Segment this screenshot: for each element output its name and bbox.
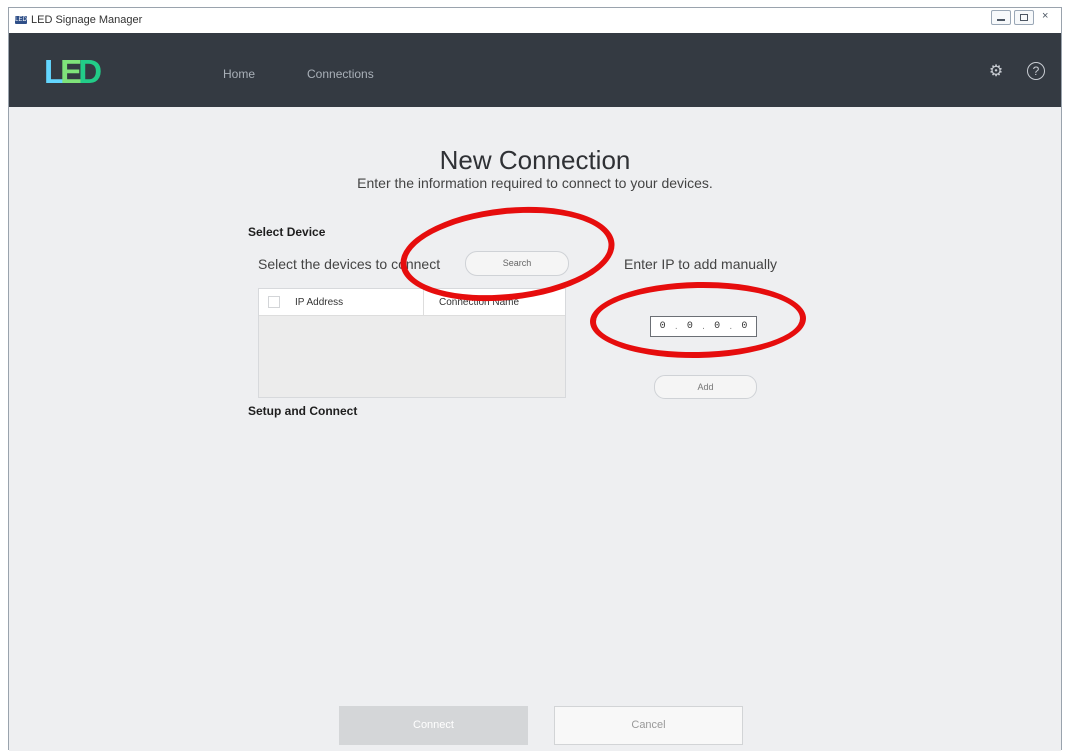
app-window: LED LED Signage Manager × LED Home Conne… [8, 7, 1062, 751]
select-all-checkbox[interactable] [268, 296, 280, 308]
nav-home[interactable]: Home [223, 67, 255, 81]
help-symbol: ? [1032, 64, 1040, 78]
logo-letter-e: E [60, 53, 82, 90]
device-table: IP Address Connection Name [258, 288, 566, 398]
top-navbar: LED Home Connections ⚙ ? [9, 33, 1061, 107]
window-controls: × [991, 10, 1057, 25]
minimize-button[interactable] [991, 10, 1011, 25]
window-title: LED Signage Manager [31, 14, 143, 26]
maximize-icon [1020, 14, 1028, 21]
column-ip-address: IP Address [295, 296, 344, 308]
select-device-title: Select Device [248, 225, 326, 239]
setup-connect-title: Setup and Connect [248, 404, 358, 418]
gear-icon[interactable]: ⚙ [987, 62, 1005, 80]
close-button[interactable]: × [1037, 10, 1057, 25]
led-logo: LED [44, 53, 102, 91]
manual-ip-hint: Enter IP to add manually [624, 256, 778, 272]
maximize-button[interactable] [1014, 10, 1034, 25]
nav-connections[interactable]: Connections [307, 67, 374, 81]
logo-letter-d: D [78, 53, 102, 90]
minimize-icon [997, 19, 1005, 21]
close-icon: × [1042, 10, 1049, 22]
page-subtitle: Enter the information required to connec… [357, 175, 713, 191]
help-icon[interactable]: ? [1027, 62, 1045, 80]
app-icon: LED [15, 16, 27, 24]
add-ip-button[interactable]: Add [654, 375, 757, 399]
connect-button[interactable]: Connect [339, 706, 528, 745]
cancel-button[interactable]: Cancel [554, 706, 743, 745]
window-titlebar: LED LED Signage Manager × [9, 8, 1061, 34]
page-title: New Connection [439, 145, 631, 175]
main-content: New Connection Enter the information req… [9, 107, 1061, 751]
logo-letter-l: L [44, 53, 64, 90]
